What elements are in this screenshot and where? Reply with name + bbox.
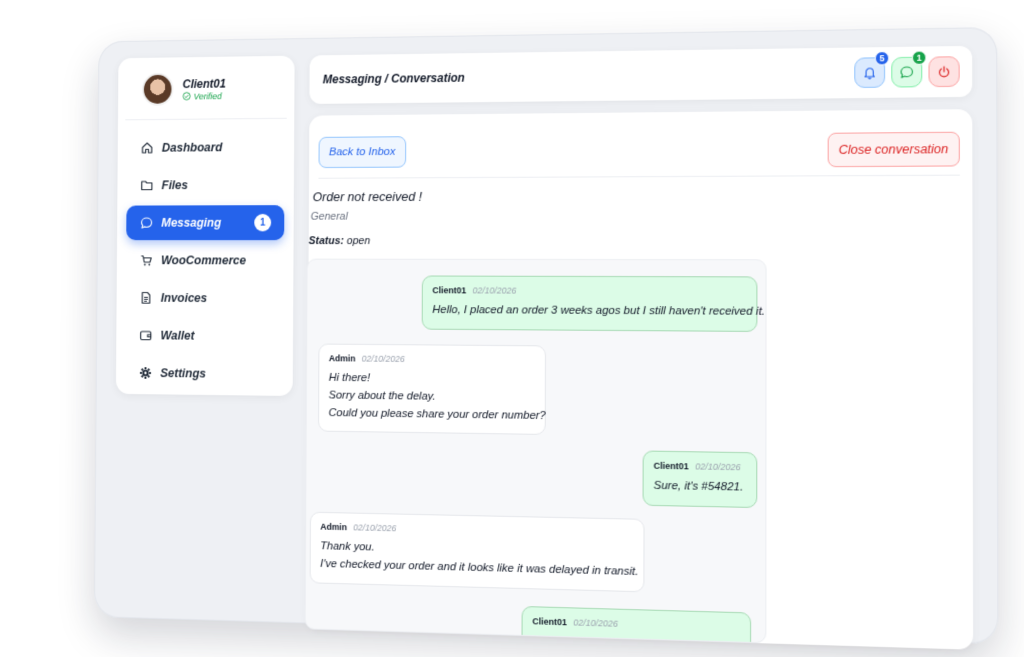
check-circle-icon xyxy=(182,92,190,101)
sidebar-item-label: Wallet xyxy=(160,328,195,343)
message-meta: Client01 02/10/2026 xyxy=(654,460,747,476)
top-header: Messaging / Conversation 5 1 xyxy=(309,45,973,104)
messages-count-badge: 1 xyxy=(911,50,927,65)
message-text: Hi there! xyxy=(328,371,371,385)
notifications-count-badge: 5 xyxy=(874,51,890,66)
avatar xyxy=(141,72,174,106)
app-device-frame: Client01 Verified Dashboard Files Messag… xyxy=(93,27,999,650)
close-conversation-button[interactable]: Close conversation xyxy=(827,131,960,168)
app-screen: Client01 Verified Dashboard Files Messag… xyxy=(107,42,984,650)
message-bubble-client: Client01 02/10/2026 Sure, it's #54821. xyxy=(642,450,758,508)
unread-count-badge: 1 xyxy=(254,213,272,232)
sidebar-item-label: Dashboard xyxy=(161,140,223,155)
sidebar: Client01 Verified Dashboard Files Messag… xyxy=(115,55,295,397)
user-profile[interactable]: Client01 Verified xyxy=(125,55,288,121)
bell-icon xyxy=(862,65,876,79)
message-meta: Client01 02/10/2026 xyxy=(432,284,746,299)
message-author: Client01 xyxy=(532,616,567,628)
sidebar-item-label: WooCommerce xyxy=(160,253,247,268)
breadcrumb: Messaging / Conversation xyxy=(322,70,465,87)
sidebar-item-settings[interactable]: Settings xyxy=(125,355,283,392)
sidebar-item-invoices[interactable]: Invoices xyxy=(126,280,284,316)
home-icon xyxy=(140,140,155,155)
message-author: Admin xyxy=(328,353,356,364)
cart-icon xyxy=(139,253,154,268)
sidebar-item-label: Files xyxy=(161,178,188,193)
sidebar-item-dashboard[interactable]: Dashboard xyxy=(127,129,285,165)
message-text: Sorry about the delay. xyxy=(328,389,436,403)
sidebar-item-label: Settings xyxy=(160,366,207,381)
notifications-button[interactable]: 5 xyxy=(854,51,890,89)
status-value: open xyxy=(346,235,371,247)
message-bubble-admin: Admin 02/10/2026 Thank you. I've checked… xyxy=(309,511,645,592)
message-date: 02/10/2026 xyxy=(361,353,405,364)
sidebar-item-label: Messaging xyxy=(161,215,222,230)
back-to-inbox-button[interactable]: Back to Inbox xyxy=(318,136,406,169)
message-bubble-client: Client01 02/10/2026 Hello, I placed an o… xyxy=(421,275,766,332)
user-name: Client01 xyxy=(182,76,226,91)
message-date: 02/10/2026 xyxy=(573,617,618,629)
verified-badge: Verified xyxy=(182,91,225,101)
sidebar-item-files[interactable]: Files xyxy=(127,167,285,202)
message-author: Client01 xyxy=(653,460,689,472)
message-bubble-client: Client01 02/10/2026 xyxy=(521,605,752,644)
sidebar-item-messaging[interactable]: Messaging 1 xyxy=(126,205,285,241)
power-icon xyxy=(937,64,952,78)
status-label: Status: xyxy=(308,235,344,247)
message-bubble-admin: Admin 02/10/2026 Hi there! Sorry about t… xyxy=(318,343,546,436)
conversation-status: Status: open xyxy=(309,235,371,247)
user-info: Client01 Verified xyxy=(182,76,226,101)
verified-label: Verified xyxy=(193,90,222,101)
screenshot-stage: Client01 Verified Dashboard Files Messag… xyxy=(0,0,1024,657)
logout-button[interactable] xyxy=(928,56,960,88)
chat-icon xyxy=(900,65,914,79)
conversation-panel: Back to Inbox Close conversation Order n… xyxy=(304,109,974,650)
sidebar-item-wallet[interactable]: Wallet xyxy=(125,318,283,354)
divider xyxy=(318,174,960,179)
messages-button[interactable]: 1 xyxy=(891,50,927,88)
message-text: Could you please share your order number… xyxy=(328,406,546,422)
document-icon xyxy=(139,290,154,305)
header-actions: 5 1 xyxy=(854,50,960,89)
conversation-subject: Order not received ! xyxy=(312,189,423,205)
folder-icon xyxy=(139,178,154,193)
chat-icon xyxy=(139,215,154,230)
sidebar-item-label: Invoices xyxy=(160,291,208,305)
wallet-icon xyxy=(138,328,153,344)
message-meta: Client01 02/10/2026 xyxy=(532,615,740,635)
message-date: 02/10/2026 xyxy=(695,461,741,473)
message-date: 02/10/2026 xyxy=(472,285,517,296)
sidebar-item-woocommerce[interactable]: WooCommerce xyxy=(126,243,284,278)
sidebar-nav: Dashboard Files Messaging 1 WooCommerce … xyxy=(116,119,294,403)
message-date: 02/10/2026 xyxy=(353,522,397,534)
message-meta: Admin 02/10/2026 xyxy=(329,352,535,368)
message-author: Client01 xyxy=(432,285,467,296)
message-thread[interactable]: Client01 02/10/2026 Hello, I placed an o… xyxy=(304,258,767,644)
message-author: Admin xyxy=(320,521,348,533)
message-text: Hello, I placed an order 3 weeks agos bu… xyxy=(432,304,766,318)
conversation-category: General xyxy=(310,210,348,223)
message-text: Sure, it's #54821. xyxy=(653,479,744,494)
gear-icon xyxy=(138,365,153,381)
